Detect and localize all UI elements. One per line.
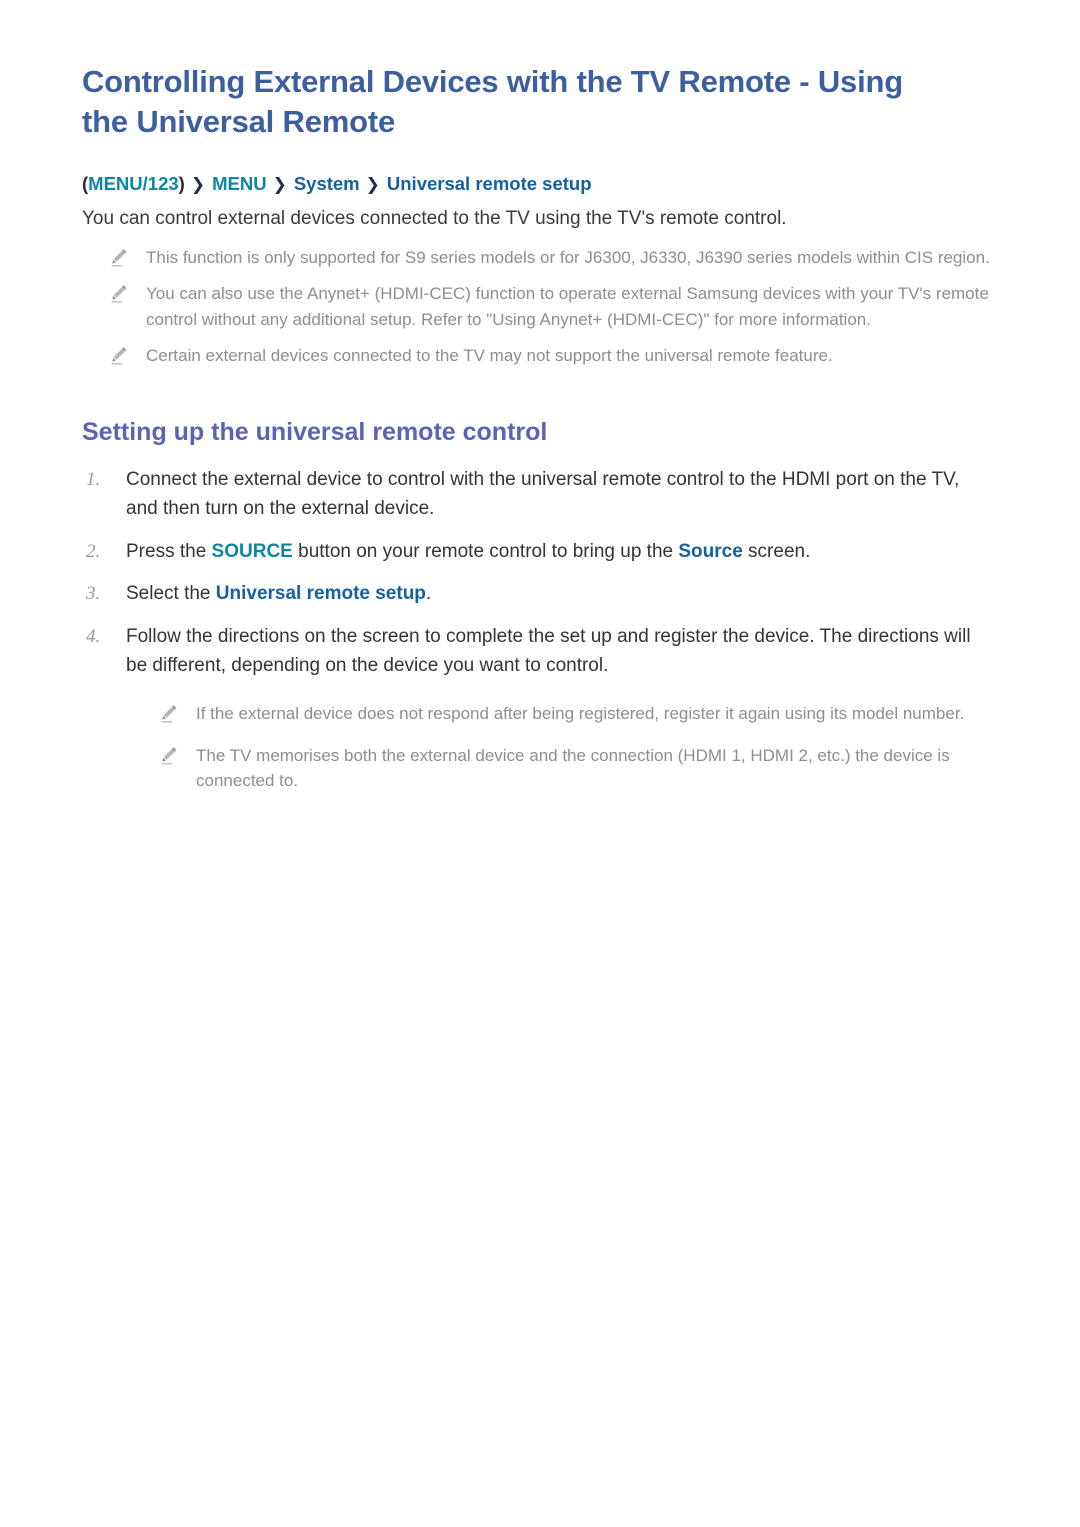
step-text: Follow the directions on the screen to c… (126, 626, 971, 677)
step-text: screen. (742, 540, 811, 562)
document-content: Controlling External Devices with the TV… (82, 62, 994, 808)
step-text: Press the (126, 540, 212, 562)
step-number: 3. (86, 583, 101, 605)
step-text: button on your remote control to bring u… (292, 540, 679, 562)
section-heading: Setting up the universal remote control (82, 417, 548, 446)
step-number: 4. (86, 626, 101, 648)
note-text: Certain external devices connected to th… (146, 346, 833, 366)
pencil-icon (161, 705, 177, 723)
note-text: If the external device does not respond … (196, 704, 965, 724)
step-notes-group: If the external device does not respond … (156, 701, 994, 794)
breadcrumb: (MENU/123) ❯ MENU ❯ System ❯ Universal remote … (82, 173, 994, 195)
note-text: You can also use the Anynet+ (HDMI-CEC) … (146, 284, 989, 329)
steps-list: 1. Connect the external device to contro… (82, 466, 994, 794)
note-text: This function is only supported for S9 s… (146, 247, 990, 267)
keyword-source-screen: Source (678, 540, 743, 562)
pencil-icon (111, 347, 127, 365)
step-text: Connect the external device to control w… (126, 468, 960, 519)
step-item: 3. Select the Universal remote setup. (82, 580, 994, 609)
breadcrumb-item-universal-remote-setup[interactable]: Universal remote setup (387, 173, 592, 194)
document-page: Controlling External Devices with the TV… (0, 0, 1080, 1527)
note-item: If the external device does not respond … (156, 701, 994, 727)
breadcrumb-item-menu123[interactable]: MENU/123 (88, 173, 178, 194)
chevron-right-icon: ❯ (190, 174, 206, 194)
pencil-icon (111, 248, 127, 267)
intro-paragraph: You can control external devices connect… (82, 207, 787, 229)
step-number: 2. (86, 540, 101, 562)
note-item: Certain external devices connected to th… (106, 343, 994, 369)
note-text: The TV memorises both the external devic… (196, 745, 950, 791)
step-text: Select the (126, 583, 216, 605)
step-number: 1. (86, 468, 101, 490)
step-item: 4. Follow the directions on the screen t… (82, 623, 994, 793)
page-title: Controlling External Devices with the TV… (82, 64, 903, 140)
pencil-icon (161, 746, 177, 765)
note-item: You can also use the Anynet+ (HDMI-CEC) … (106, 281, 994, 332)
keyword-universal-remote-setup: Universal remote setup (215, 583, 426, 605)
note-item: This function is only supported for S9 s… (106, 245, 994, 271)
pencil-icon (111, 285, 127, 303)
keyword-source-button: SOURCE (211, 540, 293, 562)
breadcrumb-item-menu[interactable]: MENU (212, 173, 266, 194)
chevron-right-icon: ❯ (272, 174, 287, 194)
note-item: The TV memorises both the external devic… (156, 743, 994, 794)
step-item: 2. Press the SOURCE button on your remote… (82, 538, 994, 567)
step-text: . (425, 583, 432, 605)
breadcrumb-item-system[interactable]: System (294, 173, 360, 194)
step-item: 1. Connect the external device to contro… (82, 466, 994, 524)
chevron-right-icon: ❯ (365, 174, 380, 194)
